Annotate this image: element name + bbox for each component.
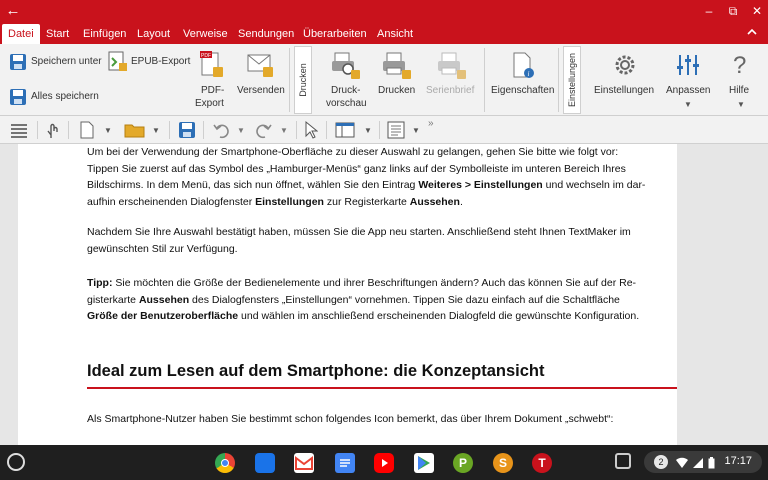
docs-icon[interactable] <box>335 453 355 473</box>
select-pointer-icon[interactable] <box>304 120 319 140</box>
screenshot-tool-icon[interactable] <box>615 453 631 469</box>
notification-badge[interactable]: 2 <box>654 455 668 469</box>
tab-sendungen[interactable]: Sendungen <box>238 24 294 44</box>
document-area: Um bei der Verwendung der Smartphone-Obe… <box>0 144 768 445</box>
send-button[interactable]: Versenden <box>237 85 285 97</box>
section-heading[interactable]: Ideal zum Lesen auf dem Smartphone: die … <box>87 362 677 381</box>
status-tray[interactable]: 2 17:17 <box>644 451 762 473</box>
redo-icon[interactable] <box>255 120 273 140</box>
page-layout-dropdown-icon[interactable]: ▼ <box>412 126 420 146</box>
help-button[interactable]: Hilfe <box>729 85 749 97</box>
undo-icon[interactable] <box>212 120 230 140</box>
tab-verweise[interactable]: Verweise <box>183 24 228 44</box>
customize-sliders-icon[interactable] <box>675 52 701 83</box>
tab-ansicht[interactable]: Ansicht <box>377 24 413 44</box>
ribbon-tabs: Datei Start Einfügen Layout Verweise Sen… <box>0 24 768 44</box>
ribbon: Speichern unter Alles speichern EPUB-Exp… <box>0 44 768 116</box>
send-mail-icon[interactable] <box>247 53 275 84</box>
paragraph-1[interactable]: Um bei der Verwendung der Smartphone-Obe… <box>87 144 677 210</box>
youtube-icon[interactable] <box>374 453 394 473</box>
play-store-icon[interactable] <box>414 453 434 473</box>
serial-letter-button[interactable]: Serienbrief <box>426 85 474 97</box>
customize-dropdown-icon[interactable]: ▼ <box>684 99 692 111</box>
undo-dropdown-icon[interactable]: ▼ <box>237 126 245 146</box>
pdf-export-icon[interactable]: PDF <box>199 50 225 85</box>
tab-einfuegen[interactable]: Einfügen <box>83 24 126 44</box>
properties-button[interactable]: Eigenschaften <box>491 85 554 97</box>
new-document-icon[interactable] <box>79 120 95 140</box>
gear-icon[interactable] <box>612 52 638 83</box>
tab-start[interactable]: Start <box>46 24 69 44</box>
paragraph-tip[interactable]: Tipp: Sie möchten die Größe der Bedienel… <box>87 275 677 325</box>
svg-text:PDF: PDF <box>201 53 211 59</box>
open-dropdown-icon[interactable]: ▼ <box>152 126 160 146</box>
battery-icon <box>708 456 715 474</box>
tab-layout[interactable]: Layout <box>137 24 170 44</box>
paragraph-4[interactable]: Als Smartphone-Nutzer haben Sie bestimmt… <box>87 411 677 428</box>
title-bar: ← – ⧉ ✕ <box>0 0 768 24</box>
pdf-export-label-2[interactable]: Export <box>195 98 224 110</box>
save-all-button[interactable]: Alles speichern <box>31 91 99 103</box>
files-icon[interactable] <box>255 453 275 473</box>
chevron-up-icon[interactable] <box>746 26 758 41</box>
settings-button[interactable]: Einstellungen <box>594 85 654 97</box>
svg-text:i: i <box>528 70 530 78</box>
launcher-icon[interactable] <box>7 453 25 471</box>
serial-letter-icon[interactable] <box>437 52 467 85</box>
view-mode-icon[interactable] <box>335 120 355 140</box>
heading-underline <box>87 387 677 389</box>
textmaker-icon[interactable]: T <box>532 453 552 473</box>
quick-toolbar: ▼ ▼ ▼ ▼ ▼ ▼ » <box>0 116 768 144</box>
print-preview-label-1[interactable]: Druck- <box>331 85 360 97</box>
toolbar-overflow-icon[interactable]: » <box>428 118 434 138</box>
help-dropdown-icon[interactable]: ▼ <box>737 99 745 111</box>
system-taskbar: P S T 2 17:17 <box>0 445 768 480</box>
chrome-icon[interactable] <box>215 453 235 473</box>
app-window: ← – ⧉ ✕ Datei Start Einfügen Layout Verw… <box>0 0 768 480</box>
new-dropdown-icon[interactable]: ▼ <box>104 126 112 146</box>
pdf-export-label-1[interactable]: PDF- <box>201 85 224 97</box>
group-print-label: Drucken <box>298 63 308 97</box>
minimize-icon[interactable]: – <box>700 2 718 20</box>
gmail-icon[interactable] <box>294 453 314 473</box>
planmaker-icon[interactable]: P <box>453 453 473 473</box>
redo-dropdown-icon[interactable]: ▼ <box>280 126 288 146</box>
group-settings-label: Einstellungen <box>567 52 577 108</box>
tab-ueberarbeiten[interactable]: Überarbeiten <box>303 24 367 44</box>
save-all-icon[interactable] <box>9 88 27 111</box>
restore-icon[interactable]: ⧉ <box>724 2 742 20</box>
help-question-icon[interactable]: ? <box>733 52 746 80</box>
save-as-icon[interactable] <box>9 53 27 76</box>
printer-icon[interactable] <box>382 52 412 85</box>
print-preview-label-2[interactable]: vorschau <box>326 98 367 110</box>
open-folder-icon[interactable] <box>124 120 146 140</box>
close-icon[interactable]: ✕ <box>748 2 766 20</box>
epub-export-button[interactable]: EPUB-Export <box>131 56 190 68</box>
print-preview-icon[interactable] <box>331 52 361 85</box>
paragraph-2[interactable]: Nachdem Sie Ihre Auswahl bestätigt haben… <box>87 224 677 257</box>
group-print-tab[interactable]: Drucken <box>294 46 312 114</box>
page-layout-icon[interactable] <box>386 120 406 140</box>
save-as-button[interactable]: Speichern unter <box>31 56 102 68</box>
tab-datei[interactable]: Datei <box>2 24 40 44</box>
wifi-icon <box>676 456 688 474</box>
save-icon[interactable] <box>178 120 196 140</box>
customize-button[interactable]: Anpassen <box>666 85 710 97</box>
back-arrow-icon[interactable]: ← <box>4 2 22 20</box>
clock: 17:17 <box>724 455 752 467</box>
epub-icon[interactable] <box>108 51 128 78</box>
document-properties-icon[interactable]: i <box>511 52 537 85</box>
view-mode-dropdown-icon[interactable]: ▼ <box>364 126 372 146</box>
presentations-icon[interactable]: S <box>493 453 513 473</box>
group-settings-tab[interactable]: Einstellungen <box>563 46 581 114</box>
print-button[interactable]: Drucken <box>378 85 415 97</box>
signal-icon <box>692 456 704 474</box>
touch-mode-icon[interactable] <box>45 120 61 140</box>
hamburger-menu-icon[interactable] <box>10 120 28 140</box>
